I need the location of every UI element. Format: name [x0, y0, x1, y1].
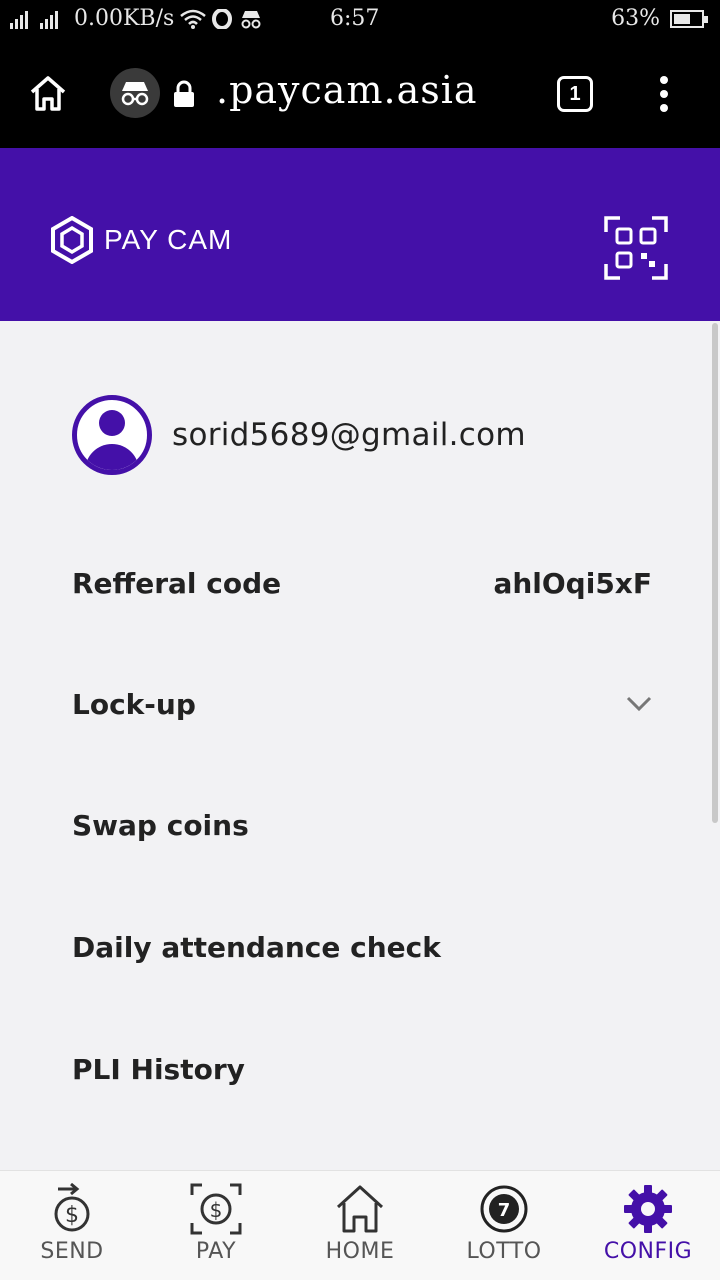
avatar: [72, 395, 152, 475]
nav-home[interactable]: HOME: [288, 1171, 432, 1280]
tab-count: 1: [569, 82, 581, 105]
config-content: sorid5689@gmail.com Refferal code ahlOqi…: [0, 321, 720, 1170]
referral-code-label: Refferal code: [72, 566, 282, 600]
lockup-row[interactable]: Lock-up: [72, 674, 652, 734]
qr-scan-icon[interactable]: [604, 216, 668, 280]
referral-code-value: ahlOqi5xF: [493, 566, 652, 600]
incognito-glyph-icon: [121, 82, 149, 106]
battery-icon: [670, 9, 708, 28]
nav-home-label: HOME: [325, 1239, 395, 1264]
nav-lotto[interactable]: 7 LOTTO: [432, 1171, 576, 1280]
bottom-navigation: $ SEND $ PAY HOME 7 LOTTO CONFIG: [0, 1170, 720, 1280]
scrollbar[interactable]: [712, 323, 718, 823]
referral-code-row[interactable]: Refferal code ahlOqi5xF: [72, 553, 652, 613]
incognito-icon[interactable]: [110, 68, 160, 118]
lockup-label: Lock-up: [72, 687, 196, 721]
home-icon: [336, 1185, 384, 1233]
nav-config[interactable]: CONFIG: [576, 1171, 720, 1280]
nav-send-label: SEND: [40, 1239, 104, 1264]
status-left: 0.00KB/s: [10, 6, 264, 31]
swap-coins-row[interactable]: Swap coins: [72, 795, 652, 855]
pli-history-label: PLI History: [72, 1052, 245, 1086]
incognito-status-icon: [241, 10, 261, 28]
svg-text:$: $: [65, 1203, 79, 1228]
daily-attendance-row[interactable]: Daily attendance check: [72, 917, 652, 977]
nav-config-label: CONFIG: [603, 1239, 693, 1264]
paycam-logo-icon: [51, 216, 93, 264]
battery-percent: 63%: [611, 6, 660, 31]
user-profile: sorid5689@gmail.com: [72, 395, 526, 475]
signal-icon: [10, 10, 58, 29]
browser-home-icon[interactable]: [26, 72, 70, 116]
pay-scan-icon: $: [190, 1183, 242, 1235]
system-status-bar: 0.00KB/s 6:57 63%: [0, 0, 720, 40]
lotto-ball-icon: 7: [480, 1185, 528, 1233]
tab-switcher-button[interactable]: 1: [557, 76, 593, 112]
status-time: 6:57: [330, 6, 380, 31]
opera-icon: [212, 8, 233, 29]
send-icon: $: [54, 1183, 90, 1232]
address-bar-url[interactable]: .paycam.asia: [216, 68, 478, 112]
nav-pay-label: PAY: [195, 1239, 237, 1264]
more-options-icon[interactable]: [650, 74, 678, 114]
wifi-icon: [180, 9, 207, 29]
network-speed: 0.00KB/s: [74, 6, 175, 31]
paycam-logo[interactable]: PAY CAM: [50, 216, 232, 264]
daily-attendance-label: Daily attendance check: [72, 930, 441, 964]
swap-coins-label: Swap coins: [72, 808, 249, 842]
user-email: sorid5689@gmail.com: [172, 417, 526, 453]
gear-icon: [624, 1185, 672, 1233]
nav-lotto-label: LOTTO: [466, 1239, 542, 1264]
svg-text:$: $: [210, 1198, 223, 1222]
nav-pay[interactable]: $ PAY: [144, 1171, 288, 1280]
app-header: PAY CAM: [0, 148, 720, 321]
lotto-badge: 7: [498, 1200, 511, 1221]
brand-name: PAY CAM: [104, 224, 233, 255]
browser-toolbar: .paycam.asia 1: [0, 40, 720, 148]
nav-send[interactable]: $ SEND: [0, 1171, 144, 1280]
battery-status: 63%: [611, 6, 708, 31]
chevron-down-icon[interactable]: [626, 696, 652, 712]
pli-history-row[interactable]: PLI History: [72, 1039, 652, 1099]
lock-icon: [174, 80, 194, 107]
